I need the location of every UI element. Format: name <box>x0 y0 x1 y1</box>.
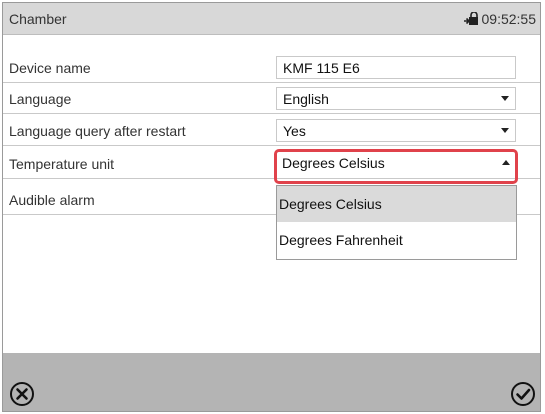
option-degrees-fahrenheit[interactable]: Degrees Fahrenheit <box>277 222 516 258</box>
footer-bar <box>3 353 540 411</box>
lock-icon <box>463 12 478 25</box>
row-device-name: Device name KMF 115 E6 <box>3 53 540 83</box>
close-circle-icon[interactable] <box>9 381 35 407</box>
audible-alarm-label: Audible alarm <box>9 192 95 208</box>
temperature-unit-dropdown: Degrees Celsius Degrees Fahrenheit <box>276 185 517 260</box>
row-temperature-unit: Temperature unit Degrees Celsius <box>3 149 540 179</box>
device-name-value: KMF 115 E6 <box>283 60 360 76</box>
temperature-unit-label: Temperature unit <box>9 156 115 172</box>
page-title: Chamber <box>9 11 67 27</box>
chevron-down-icon <box>501 96 509 101</box>
row-language: Language English <box>3 84 540 114</box>
language-query-select[interactable]: Yes <box>276 119 516 142</box>
clock: 09:52:55 <box>463 11 537 27</box>
language-value: English <box>283 91 329 107</box>
chamber-settings-screen: Chamber 09:52:55 Device name KMF 115 E6 … <box>2 2 541 412</box>
row-language-query: Language query after restart Yes <box>3 116 540 146</box>
language-query-value: Yes <box>283 123 306 139</box>
device-name-label: Device name <box>9 60 91 76</box>
check-circle-icon[interactable] <box>510 381 536 407</box>
language-label: Language <box>9 91 72 107</box>
language-select[interactable]: English <box>276 87 516 110</box>
temperature-unit-value: Degrees Celsius <box>282 155 385 171</box>
chevron-down-icon <box>501 128 509 133</box>
language-query-label: Language query after restart <box>9 123 186 139</box>
clock-time: 09:52:55 <box>481 11 537 27</box>
option-degrees-celsius[interactable]: Degrees Celsius <box>277 186 516 222</box>
chevron-up-icon <box>502 160 510 165</box>
temperature-unit-select[interactable]: Degrees Celsius <box>276 152 516 175</box>
header-bar: Chamber 09:52:55 <box>3 3 540 35</box>
device-name-input[interactable]: KMF 115 E6 <box>276 56 516 79</box>
